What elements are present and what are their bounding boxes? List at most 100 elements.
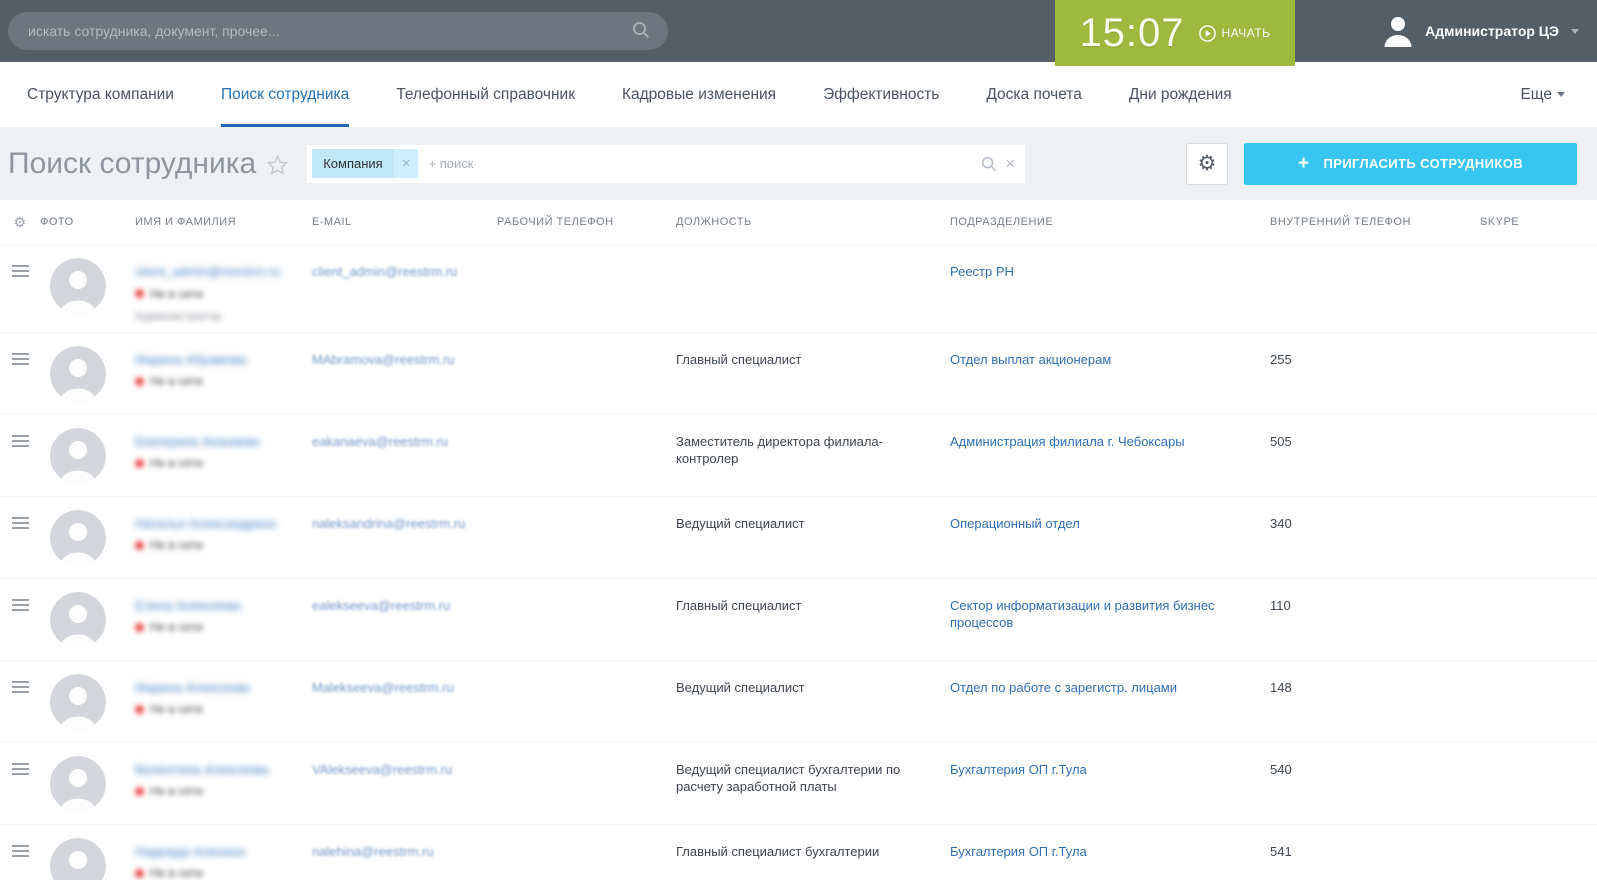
table-row[interactable]: Надежда Алехина Не в сети nalehina@reest… [0, 825, 1597, 880]
column-header-name[interactable]: ИМЯ И ФАМИЛИЯ [135, 216, 312, 228]
nav-item-hr-changes[interactable]: Кадровые изменения [622, 62, 776, 127]
table-row[interactable]: Марина Алексеева Не в сети Malekseeva@re… [0, 661, 1597, 743]
employee-email-link[interactable]: MAbramova@reestrm.ru [312, 352, 455, 367]
nav-item-honor-board[interactable]: Доска почета [986, 62, 1082, 127]
avatar[interactable] [50, 510, 106, 566]
nav-item-company-structure[interactable]: Структура компании [27, 62, 174, 127]
top-bar: 15:07 НАЧАТЬ Администратор ЦЭ [0, 0, 1597, 62]
table-row[interactable]: Наталья Александрина Не в сети naleksand… [0, 497, 1597, 579]
internal-phone-cell: 148 [1270, 661, 1480, 742]
offline-dot-icon [135, 459, 144, 468]
department-link[interactable]: Бухгалтерия ОП г.Тула [950, 844, 1087, 859]
row-menu-icon[interactable] [12, 845, 29, 857]
nav-item-efficiency[interactable]: Эффективность [823, 62, 939, 127]
nav-item-more[interactable]: Еще [1520, 62, 1565, 127]
employee-name-link[interactable]: Елена Алексеева [135, 597, 241, 615]
row-menu-icon[interactable] [12, 599, 29, 611]
nav-item-birthdays[interactable]: Дни рождения [1129, 62, 1232, 127]
row-menu-icon[interactable] [12, 435, 29, 447]
filter-chip-company[interactable]: Компания × [312, 149, 418, 178]
department-link[interactable]: Реестр РН [950, 264, 1014, 279]
employee-email-link[interactable]: nalehina@reestrm.ru [312, 844, 434, 859]
department-link[interactable]: Операционный отдел [950, 516, 1080, 531]
column-header-skype[interactable]: SKYPE [1480, 216, 1597, 228]
employee-email-link[interactable]: ealekseeva@reestrm.ru [312, 598, 450, 613]
table-row[interactable]: client_admin@reestrm.ru Не в сети Админи… [0, 245, 1597, 333]
status-badge: Не в сети [135, 701, 292, 717]
avatar[interactable] [50, 592, 106, 648]
offline-dot-icon [135, 623, 144, 632]
employee-name-link[interactable]: Марина Алексеева [135, 679, 250, 697]
table-row[interactable]: Валентина Алексеева Не в сети VAlekseeva… [0, 743, 1597, 825]
avatar[interactable] [50, 346, 106, 402]
row-menu-icon[interactable] [12, 517, 29, 529]
department-link[interactable]: Администрация филиала г. Чебоксары [950, 434, 1185, 449]
column-header-photo[interactable]: ФОТО [40, 216, 135, 228]
department-link[interactable]: Отдел выплат акционерам [950, 352, 1111, 367]
internal-phone-cell: 541 [1270, 825, 1480, 880]
avatar[interactable] [50, 428, 106, 484]
skype-cell [1480, 743, 1597, 824]
search-icon[interactable] [632, 21, 650, 39]
department-link[interactable]: Бухгалтерия ОП г.Тула [950, 762, 1087, 777]
table-row[interactable]: Марина Абрамова Не в сети MAbramova@rees… [0, 333, 1597, 415]
department-link[interactable]: Сектор информатизации и развития бизнес … [950, 598, 1215, 631]
employee-name-link[interactable]: Валентина Алексеева [135, 761, 268, 779]
skype-cell [1480, 579, 1597, 660]
employee-name-link[interactable]: Надежда Алехина [135, 843, 245, 861]
columns-settings-gear-icon[interactable]: ⚙ [0, 214, 40, 231]
employee-name-link[interactable]: Наталья Александрина [135, 515, 276, 533]
filter-clear-icon[interactable]: × [1005, 155, 1015, 172]
favorite-star-icon[interactable] [266, 154, 289, 177]
nav-item-phone-directory[interactable]: Телефонный справочник [396, 62, 575, 127]
avatar[interactable] [50, 756, 106, 812]
column-header-work-phone[interactable]: РАБОЧИЙ ТЕЛЕФОН [497, 216, 676, 228]
skype-cell [1480, 333, 1597, 414]
avatar[interactable] [50, 258, 106, 314]
avatar[interactable] [50, 674, 106, 730]
column-header-internal-phone[interactable]: ВНУТРЕННИЙ ТЕЛЕФОН [1270, 216, 1480, 228]
person-silhouette-icon [50, 592, 106, 648]
column-header-department[interactable]: ПОДРАЗДЕЛЕНИЕ [950, 216, 1270, 228]
status-badge: Не в сети [135, 619, 292, 635]
skype-cell [1480, 661, 1597, 742]
nav-item-employee-search[interactable]: Поиск сотрудника [221, 62, 349, 127]
person-silhouette-icon [50, 258, 106, 314]
filter-search-input[interactable] [418, 156, 981, 171]
row-menu-icon[interactable] [12, 681, 29, 693]
table-row[interactable]: Екатерина Аканаева Не в сети eakanaeva@r… [0, 415, 1597, 497]
column-header-position[interactable]: ДОЛЖНОСТЬ [676, 216, 950, 228]
position-cell: Ведущий специалист бухгалтерии по расчет… [676, 743, 950, 824]
employee-table-body: client_admin@reestrm.ru Не в сети Админи… [0, 245, 1597, 880]
settings-gear-button[interactable]: ⚙ [1186, 143, 1228, 185]
global-search-input[interactable] [8, 12, 668, 50]
worktime-timer[interactable]: 15:07 НАЧАТЬ [1055, 0, 1295, 66]
column-header-email[interactable]: E-MAIL [312, 216, 497, 228]
employee-email-link[interactable]: naleksandrina@reestrm.ru [312, 516, 465, 531]
employee-name-link[interactable]: client_admin@reestrm.ru [135, 263, 280, 281]
timer-time: 15:07 [1079, 11, 1184, 56]
employee-name-link[interactable]: Екатерина Аканаева [135, 433, 260, 451]
department-link[interactable]: Отдел по работе с зарегистр. лицами [950, 680, 1177, 695]
employee-email-link[interactable]: eakanaeva@reestrm.ru [312, 434, 448, 449]
row-menu-icon[interactable] [12, 763, 29, 775]
table-header: ⚙ ФОТО ИМЯ И ФАМИЛИЯ E-MAIL РАБОЧИЙ ТЕЛЕ… [0, 200, 1597, 245]
invite-employees-button[interactable]: + ПРИГЛАСИТЬ СОТРУДНИКОВ [1244, 143, 1577, 185]
filter-search-icon[interactable] [981, 156, 997, 172]
status-badge: Не в сети [135, 783, 292, 799]
timer-start-button[interactable]: НАЧАТЬ [1199, 25, 1271, 42]
table-row[interactable]: Елена Алексеева Не в сети ealekseeva@ree… [0, 579, 1597, 661]
row-menu-icon[interactable] [12, 265, 29, 277]
row-menu-icon[interactable] [12, 353, 29, 365]
employee-email-link[interactable]: Malekseeva@reestrm.ru [312, 680, 454, 695]
play-icon [1199, 25, 1216, 42]
employee-email-link[interactable]: VAlekseeva@reestrm.ru [312, 762, 452, 777]
filter-bar[interactable]: Компания × × [307, 145, 1025, 183]
internal-phone-cell: 255 [1270, 333, 1480, 414]
user-menu[interactable]: Администратор ЦЭ [1383, 0, 1579, 62]
employee-email-link[interactable]: client_admin@reestrm.ru [312, 264, 457, 279]
status-badge: Не в сети [135, 455, 292, 471]
avatar[interactable] [50, 838, 106, 880]
employee-name-link[interactable]: Марина Абрамова [135, 351, 246, 369]
chip-remove-icon[interactable]: × [394, 149, 419, 178]
